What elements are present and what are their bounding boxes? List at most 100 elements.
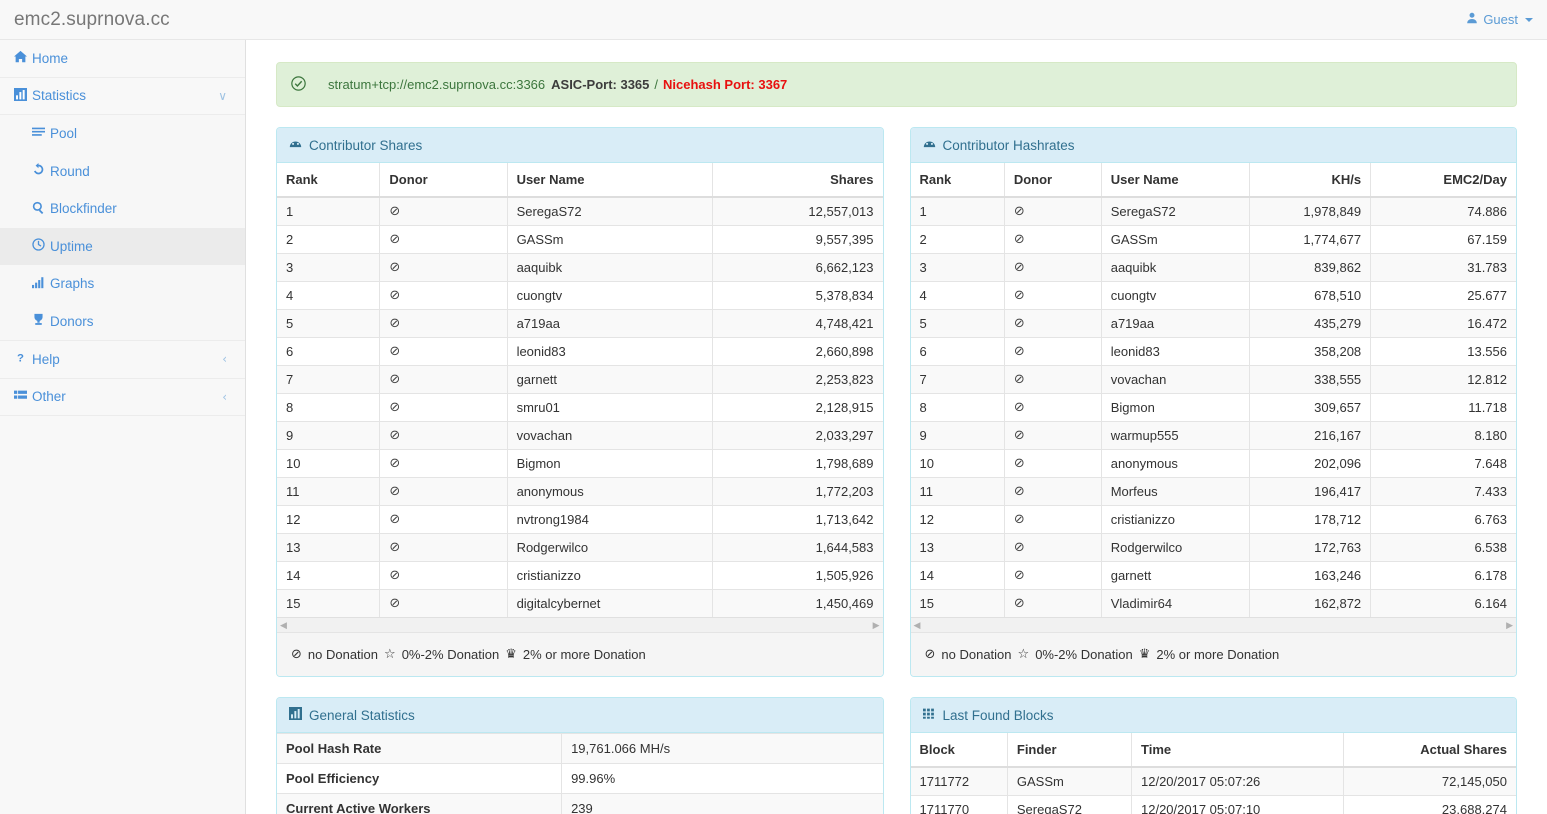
cell-khs: 309,657 xyxy=(1249,393,1372,422)
col-username[interactable]: User Name xyxy=(507,163,714,198)
table-row[interactable]: 11 ⊘ anonymous 1,772,203 xyxy=(277,477,883,506)
table-row[interactable]: 11 ⊘ Morfeus 196,417 7.433 xyxy=(910,477,1516,506)
sidebar-item-round[interactable]: Round xyxy=(0,152,245,190)
cell-rank: 15 xyxy=(910,589,1005,617)
table-row[interactable]: 8 ⊘ smru01 2,128,915 xyxy=(277,393,883,422)
cell-khs: 678,510 xyxy=(1249,281,1372,310)
table-row[interactable]: 3 ⊘ aaquibk 6,662,123 xyxy=(277,253,883,282)
col-username[interactable]: User Name xyxy=(1101,163,1251,198)
scroll-left-arrow-icon[interactable]: ◀ xyxy=(280,620,287,631)
table-row[interactable]: 2 ⊘ GASSm 1,774,677 67.159 xyxy=(910,225,1516,254)
table-row[interactable]: 8 ⊘ Bigmon 309,657 11.718 xyxy=(910,393,1516,422)
ban-icon: ⊘ xyxy=(379,281,508,310)
col-emc2day[interactable]: EMC2/Day xyxy=(1370,163,1516,198)
scroll-right-arrow-icon[interactable]: ▶ xyxy=(1506,620,1513,631)
cell-username: a719aa xyxy=(507,309,714,338)
scroll-right-arrow-icon[interactable]: ▶ xyxy=(873,620,880,631)
cell-khs: 358,208 xyxy=(1249,337,1372,366)
col-donor[interactable]: Donor xyxy=(379,163,508,198)
cell-shares: 1,505,926 xyxy=(712,561,883,590)
cell-shares: 12,557,013 xyxy=(712,196,883,226)
cell-username: warmup555 xyxy=(1101,421,1251,450)
legend-none-label: no Donation xyxy=(307,647,379,662)
ban-icon: ⊘ xyxy=(379,449,508,478)
sidebar-item-uptime[interactable]: Uptime xyxy=(0,227,245,265)
sidebar-item-help[interactable]: ? Help ‹ xyxy=(0,341,245,379)
table-row[interactable]: 15 ⊘ Vladimir64 162,872 6.164 xyxy=(910,589,1516,617)
table-row[interactable]: 14 ⊘ cristianizzo 1,505,926 xyxy=(277,561,883,590)
cell-emc2day: 6.164 xyxy=(1370,589,1516,617)
site-brand[interactable]: emc2.suprnova.cc xyxy=(0,9,170,31)
cell-actual-shares: 23,688,274 xyxy=(1343,795,1516,814)
table-row[interactable]: 14 ⊘ garnett 163,246 6.178 xyxy=(910,561,1516,590)
cell-rank: 3 xyxy=(910,253,1005,282)
col-shares[interactable]: Shares xyxy=(712,163,883,198)
star-icon: ☆ xyxy=(384,647,396,662)
table-row[interactable]: 2 ⊘ GASSm 9,557,395 xyxy=(277,225,883,254)
sidebar-statistics-submenu: Pool Round Blockfinder Uptime Graphs Don… xyxy=(0,115,245,341)
cell-emc2day: 31.783 xyxy=(1370,253,1516,282)
table-row[interactable]: 7 ⊘ vovachan 338,555 12.812 xyxy=(910,365,1516,394)
sidebar-item-blockfinder[interactable]: Blockfinder xyxy=(0,190,245,228)
table-row[interactable]: 4 ⊘ cuongtv 5,378,834 xyxy=(277,281,883,310)
cell-shares: 1,772,203 xyxy=(712,477,883,506)
ban-icon: ⊘ xyxy=(379,505,508,534)
table-row[interactable]: 6 ⊘ leonid83 2,660,898 xyxy=(277,337,883,366)
col-rank[interactable]: Rank xyxy=(910,163,1005,198)
sidebar-item-graphs[interactable]: Graphs xyxy=(0,265,245,303)
table-row: Pool Efficiency 99.96% xyxy=(277,763,883,794)
cell-username: Bigmon xyxy=(507,449,714,478)
horizontal-scrollbar[interactable]: ◀ ▶ xyxy=(277,617,883,632)
cell-khs: 196,417 xyxy=(1249,477,1372,506)
table-row[interactable]: 12 ⊘ nvtrong1984 1,713,642 xyxy=(277,505,883,534)
sidebar-item-home[interactable]: Home xyxy=(0,40,245,78)
table-row[interactable]: 4 ⊘ cuongtv 678,510 25.677 xyxy=(910,281,1516,310)
col-block[interactable]: Block xyxy=(910,733,1008,768)
sidebar-item-donors[interactable]: Donors xyxy=(0,302,245,340)
col-actual-shares[interactable]: Actual Shares xyxy=(1343,733,1516,768)
table-row[interactable]: 9 ⊘ vovachan 2,033,297 xyxy=(277,421,883,450)
col-donor[interactable]: Donor xyxy=(1004,163,1102,198)
cell-username: cuongtv xyxy=(507,281,714,310)
contributor-hashrates-panel: Contributor Hashrates Rank Donor User Na… xyxy=(909,127,1517,677)
cell-rank: 7 xyxy=(910,365,1005,394)
table-row[interactable]: 1 ⊘ SeregaS72 12,557,013 xyxy=(277,196,883,226)
cell-username: Morfeus xyxy=(1101,477,1251,506)
table-row[interactable]: 12 ⊘ cristianizzo 178,712 6.763 xyxy=(910,505,1516,534)
table-row[interactable]: 10 ⊘ anonymous 202,096 7.648 xyxy=(910,449,1516,478)
cell-username: aaquibk xyxy=(507,253,714,282)
ban-icon: ⊘ xyxy=(379,196,508,226)
table-row[interactable]: 15 ⊘ digitalcybernet 1,450,469 xyxy=(277,589,883,617)
table-row[interactable]: 1711772 GASSm 12/20/2017 05:07:26 72,145,05… xyxy=(910,766,1516,796)
cell-time: 12/20/2017 05:07:10 xyxy=(1131,795,1344,814)
table-row[interactable]: 1711770 SeregaS72 12/20/2017 05:07:10 23,68… xyxy=(910,795,1516,814)
cell-username: cristianizzo xyxy=(1101,505,1251,534)
table-row[interactable]: 5 ⊘ a719aa 435,279 16.472 xyxy=(910,309,1516,338)
sidebar-item-label: Other xyxy=(32,389,66,405)
table-row[interactable]: 5 ⊘ a719aa 4,748,421 xyxy=(277,309,883,338)
legend-star-label: 0%-2% Donation xyxy=(401,647,500,662)
home-icon xyxy=(14,50,32,66)
sidebar-item-other[interactable]: Other ‹ xyxy=(0,378,245,416)
col-time[interactable]: Time xyxy=(1131,733,1344,768)
col-finder[interactable]: Finder xyxy=(1007,733,1133,768)
col-rank[interactable]: Rank xyxy=(277,163,381,198)
table-row[interactable]: 9 ⊘ warmup555 216,167 8.180 xyxy=(910,421,1516,450)
table-row[interactable]: 13 ⊘ Rodgerwilco 1,644,583 xyxy=(277,533,883,562)
cell-username: a719aa xyxy=(1101,309,1251,338)
ban-icon: ⊘ xyxy=(379,225,508,254)
col-khs[interactable]: KH/s xyxy=(1249,163,1372,198)
table-row[interactable]: 1 ⊘ SeregaS72 1,978,849 74.886 xyxy=(910,196,1516,226)
user-menu[interactable]: Guest xyxy=(1466,12,1547,27)
table-row[interactable]: 13 ⊘ Rodgerwilco 172,763 6.538 xyxy=(910,533,1516,562)
table-row[interactable]: 6 ⊘ leonid83 358,208 13.556 xyxy=(910,337,1516,366)
sidebar-item-pool[interactable]: Pool xyxy=(0,115,245,153)
ban-icon: ⊘ xyxy=(379,337,508,366)
table-row[interactable]: 3 ⊘ aaquibk 839,862 31.783 xyxy=(910,253,1516,282)
table-row[interactable]: 10 ⊘ Bigmon 1,798,689 xyxy=(277,449,883,478)
cell-username: digitalcybernet xyxy=(507,589,714,617)
scroll-left-arrow-icon[interactable]: ◀ xyxy=(914,620,921,631)
table-row[interactable]: 7 ⊘ garnett 2,253,823 xyxy=(277,365,883,394)
sidebar-item-statistics[interactable]: Statistics ∨ xyxy=(0,77,245,115)
horizontal-scrollbar[interactable]: ◀ ▶ xyxy=(910,617,1516,632)
